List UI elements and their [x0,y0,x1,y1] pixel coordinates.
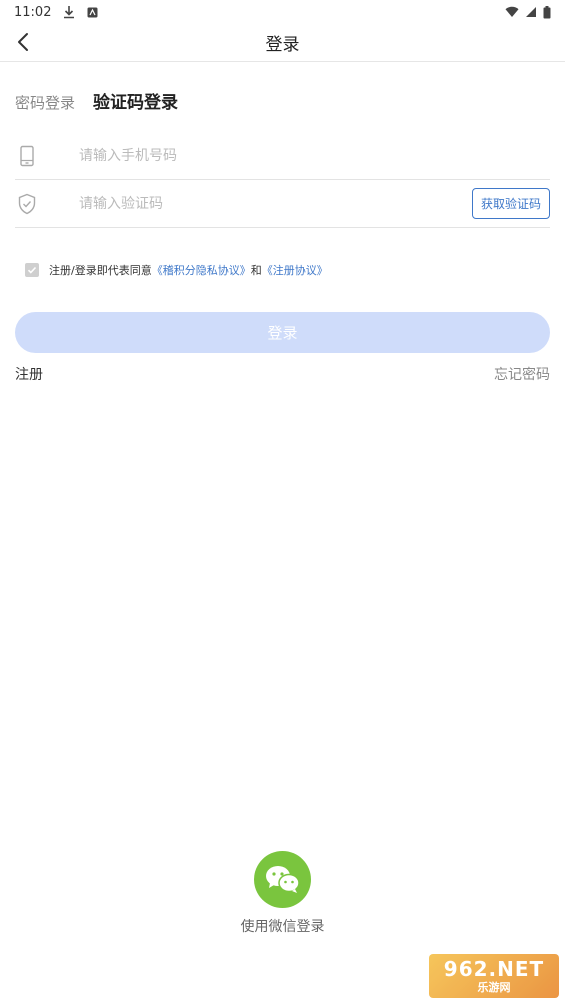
login-mode-tabs: 密码登录 验证码登录 [15,88,178,113]
status-right [505,5,551,19]
status-left: 11:02 [14,5,98,20]
download-icon [63,5,75,19]
status-bar: 11:02 [0,0,565,24]
wechat-login-button[interactable] [254,851,311,908]
agreement-row: 注册/登录即代表同意 《稽积分隐私协议》 和 《注册协议》 [25,262,328,278]
check-icon [27,266,37,274]
register-link[interactable]: 注册 [15,364,43,384]
watermark-line2: 乐游网 [477,981,511,994]
battery-icon [543,5,551,19]
phone-input[interactable] [79,145,459,167]
shield-check-icon [17,193,37,215]
watermark-line1: 962.NET [443,957,545,981]
forgot-password-link[interactable]: 忘记密码 [494,364,550,384]
agreement-and: 和 [250,264,262,277]
login-button[interactable]: 登录 [15,312,550,353]
phone-field-row [15,133,550,180]
agreement-checkbox[interactable] [25,263,39,277]
phone-icon [17,145,37,167]
signal-icon [525,6,537,18]
site-watermark-logo: 962.NET 乐游网 [429,954,559,998]
status-time: 11:02 [14,4,52,20]
wechat-icon [265,865,300,893]
get-code-button[interactable]: 获取验证码 [472,188,550,219]
tab-code-login[interactable]: 验证码登录 [93,88,178,113]
tab-password-login[interactable]: 密码登录 [15,92,75,113]
wifi-icon [505,6,519,18]
agreement-prefix: 注册/登录即代表同意 [49,264,152,277]
wechat-login-label: 使用微信登录 [240,919,325,935]
code-input[interactable] [79,193,459,215]
code-field-row: 获取验证码 [15,181,550,228]
title-bar: 登录 [0,24,565,62]
app-notification-icon [87,7,98,18]
page-title: 登录 [265,35,300,55]
privacy-policy-link[interactable]: 《稽积分隐私协议》 [152,262,251,278]
register-agreement-link[interactable]: 《注册协议》 [262,262,328,278]
